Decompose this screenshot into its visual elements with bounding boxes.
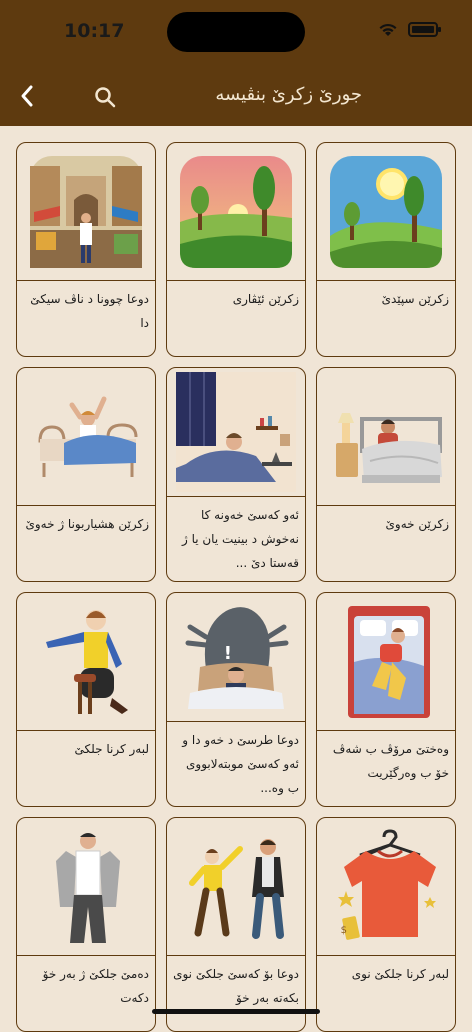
- card-label: زکرێن ئێڤاری: [232, 292, 299, 306]
- card-label: دەمێ جلکێ ژ بەر خۆ دکەت: [42, 967, 149, 1005]
- card-label: دوعا بۆ کەسێ جلکێ نوی بکەتە بەر خۆ: [173, 967, 299, 1005]
- card-thumbnail: [17, 593, 155, 731]
- card-thumbnail: !: [167, 593, 305, 722]
- sunny-landscape-icon: [330, 155, 442, 268]
- card-label: دوعا طرسێ د خەو دا و ئەو کەسێ موبتەلابوو…: [182, 733, 299, 795]
- svg-text:!: !: [224, 643, 232, 664]
- category-card[interactable]: ئەو کەسێ خەونە کا نەخوش د بینیت یان یا ژ…: [166, 367, 306, 582]
- category-card[interactable]: $ لبەر کرنا جلکێ نوی: [316, 817, 456, 1032]
- card-thumbnail: [317, 143, 455, 281]
- card-thumbnail: [17, 368, 155, 506]
- category-card[interactable]: دوعا بۆ کەسێ جلکێ نوی بکەتە بەر خۆ: [166, 817, 306, 1032]
- card-label: لبەر کرنا جلکێ: [74, 742, 149, 756]
- back-button[interactable]: [12, 80, 42, 112]
- status-time: 10:17: [64, 20, 125, 42]
- dynamic-island: [167, 12, 305, 52]
- category-card[interactable]: زکرێن سپێدێ: [316, 142, 456, 357]
- svg-text:$: $: [341, 925, 347, 936]
- chevron-left-icon: [21, 85, 33, 107]
- page-title: جورێ زکرێ بنڤیسە: [215, 84, 362, 105]
- card-thumbnail: [167, 143, 305, 281]
- card-label: زکرێن هشیاربونا ژ خەوێ: [25, 517, 149, 531]
- category-card[interactable]: وەختێ مرۆڤ ب شەڤ خۆ ب وەرگێریت: [316, 592, 456, 807]
- category-card[interactable]: دوعا چوونا د ناڤ سیکێ دا: [16, 142, 156, 357]
- putting-on-clothes-icon: [46, 609, 128, 714]
- waking-up-icon: [38, 396, 138, 477]
- card-thumbnail: $: [317, 818, 455, 956]
- category-card[interactable]: دەمێ جلکێ ژ بەر خۆ دکەت: [16, 817, 156, 1032]
- card-thumbnail: [167, 368, 305, 497]
- battery-icon: [408, 22, 441, 37]
- nightmare-bedroom-icon: [176, 372, 296, 492]
- card-label: لبەر کرنا جلکێ نوی: [351, 967, 449, 981]
- card-label: دوعا چوونا د ناڤ سیکێ دا: [30, 292, 149, 330]
- card-label: زکرێن خەوێ: [385, 517, 449, 531]
- category-card[interactable]: زکرێن خەوێ: [316, 367, 456, 582]
- home-indicator[interactable]: [152, 1009, 320, 1014]
- turning-in-bed-icon: [348, 605, 430, 718]
- app-header: 10:17 جورێ زکرێ بنڤیسە: [0, 0, 472, 126]
- adhkar-category-grid: زکرێن سپێدێ زکرێن ئێڤاری دوعا چوونا د نا…: [16, 142, 456, 1032]
- card-thumbnail: [317, 368, 455, 506]
- market-street-icon: [30, 155, 142, 268]
- status-icons: [378, 22, 441, 37]
- category-card[interactable]: لبەر کرنا جلکێ: [16, 592, 156, 807]
- card-thumbnail: [317, 593, 455, 731]
- card-label: زکرێن سپێدێ: [381, 292, 449, 306]
- sunset-landscape-icon: [180, 155, 292, 268]
- person-in-bed-icon: [336, 412, 442, 483]
- card-thumbnail: [17, 818, 155, 956]
- category-card[interactable]: زکرێن هشیاربونا ژ خەوێ: [16, 367, 156, 582]
- wifi-icon: [379, 23, 397, 36]
- scary-dream-icon: !: [185, 607, 289, 709]
- compliment-clothes-icon: [189, 838, 284, 939]
- search-button[interactable]: [88, 80, 122, 114]
- card-thumbnail: [167, 818, 305, 956]
- category-card[interactable]: زکرێن ئێڤاری: [166, 142, 306, 357]
- card-label: ئەو کەسێ خەونە کا نەخوش د بینیت یان یا ژ…: [181, 508, 299, 570]
- new-shirt-icon: $: [338, 828, 436, 940]
- taking-off-clothes-icon: [56, 832, 120, 943]
- category-card[interactable]: ! دوعا طرسێ د خەو دا و ئەو کەسێ موبتەلاب…: [166, 592, 306, 807]
- search-icon: [95, 87, 116, 108]
- card-thumbnail: [17, 143, 155, 281]
- card-label: وەختێ مرۆڤ ب شەڤ خۆ ب وەرگێریت: [332, 742, 449, 780]
